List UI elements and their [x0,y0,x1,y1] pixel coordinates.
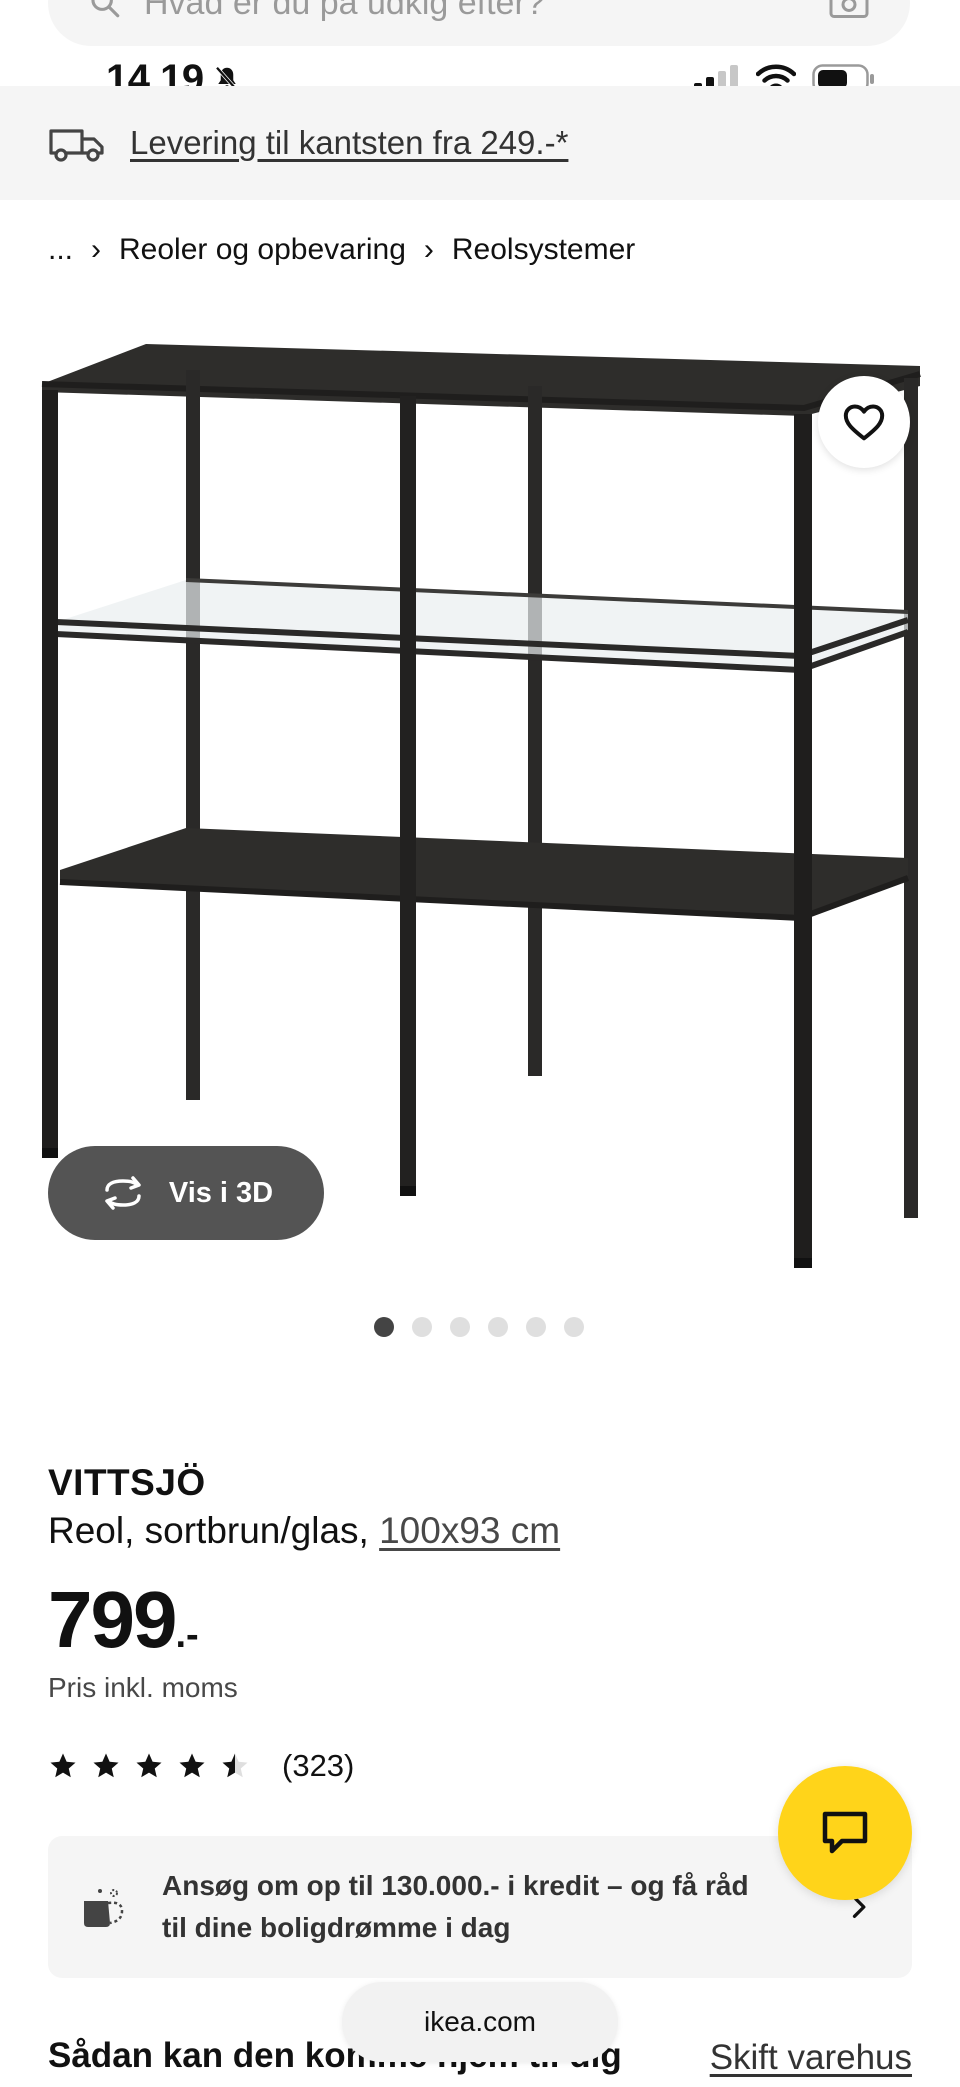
gallery-pagination [374,1317,584,1337]
search-input[interactable]: Hvad er du på udkig efter? [144,0,828,23]
rating-stars [48,1751,250,1781]
rating-count: (323) [282,1748,355,1783]
browser-url-bar[interactable]: ikea.com [342,1982,618,2062]
favorite-button[interactable] [818,376,910,468]
breadcrumb-item-storage[interactable]: Reoler og opbevaring [119,233,406,267]
star-icon [50,1753,76,1778]
heart-icon [843,404,885,441]
piggy-bank-icon [84,1889,124,1927]
star-icon [93,1753,119,1778]
price-amount: 799 [48,1575,177,1664]
truck-icon [49,129,104,162]
credit-offer-text: Ansøg om op til 130.000.- i kredit – og … [162,1865,844,1949]
product-size-link[interactable]: 100x93 cm [379,1510,560,1551]
breadcrumb: ... › Reoler og opbevaring › Reolsysteme… [48,228,635,272]
star-icon [222,1753,248,1778]
breadcrumb-item-shelving[interactable]: Reolsystemer [452,233,635,267]
delivery-banner: Levering til kantsten fra 249.-* [0,86,960,200]
chevron-right-icon: › [91,233,102,266]
credit-offer-line1: Ansøg om op til 130.000.- i kredit – og … [162,1870,749,1901]
chat-bubble-icon [822,1811,868,1854]
price-note: Pris inkl. moms [48,1672,238,1703]
gallery-dot[interactable] [412,1317,432,1337]
view-3d-label: Vis i 3D [168,1176,274,1209]
product-description: Reol, sortbrun/glas, 100x93 cm [48,1510,560,1552]
product-name: VITTSJÖ [48,1462,206,1503]
search-bar[interactable]: Hvad er du på udkig efter? [48,0,910,46]
view-3d-button[interactable]: Vis i 3D [48,1146,324,1240]
camera-icon[interactable] [828,0,870,20]
chat-button[interactable] [778,1766,912,1900]
product-image[interactable] [28,330,928,1280]
change-store-link[interactable]: Skift varehus [710,2038,912,2078]
product-rating[interactable]: (323) [48,1748,354,1784]
gallery-dot[interactable] [450,1317,470,1337]
chevron-right-icon: › [423,233,434,266]
gallery-dot[interactable] [374,1317,394,1337]
credit-offer-line2: til dine boligdrømme i dag [162,1912,511,1943]
gallery-dot[interactable] [488,1317,508,1337]
product-description-text: Reol, sortbrun/glas, [48,1510,369,1551]
product-price: 799 .- [48,1574,199,1666]
rotate-3d-icon [105,1176,141,1210]
gallery-dot[interactable] [526,1317,546,1337]
star-icon [179,1753,205,1778]
gallery-dot[interactable] [564,1317,584,1337]
star-icon [136,1753,162,1778]
search-icon [91,0,120,18]
delivery-info-link[interactable]: Levering til kantsten fra 249.-* [130,124,568,162]
price-suffix: .- [175,1614,199,1656]
breadcrumb-ellipsis[interactable]: ... [48,233,73,267]
